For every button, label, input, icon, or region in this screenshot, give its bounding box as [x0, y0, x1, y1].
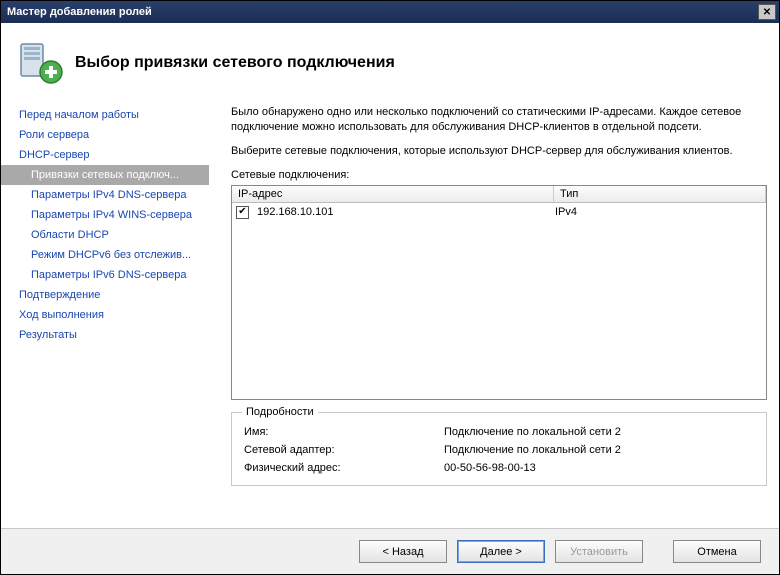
- cancel-button[interactable]: Отмена: [673, 540, 761, 563]
- detail-name-value: Подключение по локальной сети 2: [444, 426, 754, 438]
- row-ip: 192.168.10.101: [257, 206, 555, 218]
- button-bar: < Назад Далее > Установить Отмена: [1, 528, 779, 574]
- sidebar-item-ipv4-wins[interactable]: Параметры IPv4 WINS-сервера: [1, 205, 209, 225]
- install-button: Установить: [555, 540, 643, 563]
- sidebar-item-dhcpv6-stateless[interactable]: Режим DHCPv6 без отслежив...: [1, 245, 209, 265]
- detail-adapter-value: Подключение по локальной сети 2: [444, 444, 754, 456]
- sidebar-item-network-bindings[interactable]: Привязки сетевых подключ...: [1, 165, 209, 185]
- table-header: IP-адрес Тип: [232, 186, 766, 203]
- sidebar-item-ipv6-dns[interactable]: Параметры IPv6 DNS-сервера: [1, 265, 209, 285]
- titlebar[interactable]: Мастер добавления ролей ✕: [1, 1, 779, 23]
- sidebar-item-before-begin[interactable]: Перед началом работы: [1, 105, 209, 125]
- row-type: IPv4: [555, 206, 762, 218]
- server-role-icon: [17, 40, 63, 86]
- column-ip[interactable]: IP-адрес: [232, 186, 554, 202]
- sidebar-item-confirmation[interactable]: Подтверждение: [1, 285, 209, 305]
- instruction-text: Выберите сетевые подключения, которые ис…: [231, 145, 767, 157]
- details-legend: Подробности: [242, 406, 318, 418]
- sidebar-item-dhcp-scopes[interactable]: Области DHCP: [1, 225, 209, 245]
- detail-mac-value: 00-50-56-98-00-13: [444, 462, 754, 474]
- checkmark-icon: ✔: [238, 207, 246, 217]
- detail-name-label: Имя:: [244, 426, 444, 438]
- details-group: Подробности Имя: Подключение по локально…: [231, 412, 767, 486]
- page-title: Выбор привязки сетевого подключения: [75, 54, 395, 72]
- sidebar-item-progress[interactable]: Ход выполнения: [1, 305, 209, 325]
- column-type[interactable]: Тип: [554, 186, 766, 202]
- connections-table: IP-адрес Тип ✔ 192.168.10.101 IPv4: [231, 185, 767, 400]
- sidebar-item-results[interactable]: Результаты: [1, 325, 209, 345]
- sidebar-item-ipv4-dns[interactable]: Параметры IPv4 DNS-сервера: [1, 185, 209, 205]
- next-button[interactable]: Далее >: [457, 540, 545, 563]
- detail-mac-label: Физический адрес:: [244, 462, 444, 474]
- close-button[interactable]: ✕: [758, 4, 776, 20]
- main-panel: Было обнаружено одно или несколько подкл…: [209, 95, 779, 528]
- sidebar: Перед началом работы Роли сервера DHCP-с…: [1, 95, 209, 528]
- wizard-header: Выбор привязки сетевого подключения: [1, 23, 779, 95]
- connections-label: Сетевые подключения:: [231, 169, 767, 181]
- detail-adapter-label: Сетевой адаптер:: [244, 444, 444, 456]
- window-title: Мастер добавления ролей: [7, 6, 758, 18]
- back-button[interactable]: < Назад: [359, 540, 447, 563]
- row-checkbox[interactable]: ✔: [236, 206, 249, 219]
- table-row[interactable]: ✔ 192.168.10.101 IPv4: [232, 203, 766, 222]
- intro-text: Было обнаружено одно или несколько подкл…: [231, 105, 767, 135]
- sidebar-item-server-roles[interactable]: Роли сервера: [1, 125, 209, 145]
- sidebar-item-dhcp-server[interactable]: DHCP-сервер: [1, 145, 209, 165]
- wizard-body: Перед началом работы Роли сервера DHCP-с…: [1, 95, 779, 528]
- wizard-window: Мастер добавления ролей ✕ Выбор привязки…: [0, 0, 780, 575]
- close-icon: ✕: [763, 7, 771, 18]
